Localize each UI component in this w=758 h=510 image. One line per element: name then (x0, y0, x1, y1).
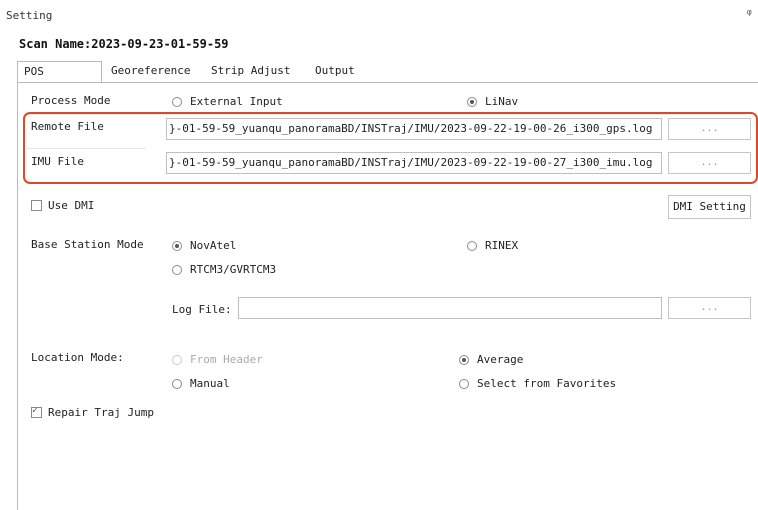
remote-file-browse-button[interactable]: ... (668, 118, 751, 140)
average-radio[interactable] (459, 355, 469, 365)
scan-name-label: Scan Name:2023-09-23-01-59-59 (19, 37, 229, 51)
row-divider (26, 148, 146, 149)
external-input-radio[interactable] (172, 97, 182, 107)
linav-radio[interactable] (467, 97, 477, 107)
linav-label[interactable]: LiNav (485, 95, 518, 108)
rtcm3-radio[interactable] (172, 265, 182, 275)
remote-file-label: Remote File (31, 120, 104, 133)
process-mode-label: Process Mode (31, 94, 111, 107)
base-station-mode-label: Base Station Mode (31, 238, 144, 251)
novatel-radio[interactable] (172, 241, 182, 251)
pin-icon[interactable]: ᵠ (746, 7, 753, 21)
remote-file-input[interactable]: }-01-59-59_yuanqu_panoramaBD/INSTraj/IMU… (166, 118, 662, 140)
window-title: Setting (6, 9, 53, 22)
use-dmi-label[interactable]: Use DMI (48, 199, 94, 212)
rtcm3-label[interactable]: RTCM3/GVRTCM3 (190, 263, 276, 276)
dmi-setting-button[interactable]: DMI Setting (668, 195, 751, 219)
novatel-label[interactable]: NovAtel (190, 239, 236, 252)
repair-traj-jump-checkbox[interactable]: ✓ (31, 405, 42, 418)
manual-radio[interactable] (172, 379, 182, 389)
select-from-favorites-label[interactable]: Select from Favorites (477, 377, 616, 390)
use-dmi-checkbox[interactable] (31, 200, 42, 211)
tab-output[interactable]: Output (309, 61, 374, 82)
select-from-favorites-radio[interactable] (459, 379, 469, 389)
pos-process-panel (17, 82, 758, 510)
log-file-label: Log File: (172, 303, 232, 316)
from-header-label[interactable]: From Header (190, 353, 263, 366)
imu-file-input[interactable]: }-01-59-59_yuanqu_panoramaBD/INSTraj/IMU… (166, 152, 662, 174)
log-file-browse-button[interactable]: ... (668, 297, 751, 319)
average-label[interactable]: Average (477, 353, 523, 366)
log-file-input[interactable] (238, 297, 662, 319)
row-divider (26, 114, 746, 115)
checkmark-icon: ✓ (32, 405, 39, 416)
rinex-radio[interactable] (467, 241, 477, 251)
location-mode-label: Location Mode: (31, 351, 124, 364)
tab-strip-adjust[interactable]: Strip Adjust (205, 61, 310, 82)
external-input-label[interactable]: External Input (190, 95, 283, 108)
imu-file-browse-button[interactable]: ... (668, 152, 751, 174)
tab-georeference[interactable]: Georeference (105, 61, 205, 82)
rinex-label[interactable]: RINEX (485, 239, 518, 252)
repair-traj-jump-label[interactable]: Repair Traj Jump (48, 406, 154, 419)
imu-file-label: IMU File (31, 155, 84, 168)
from-header-radio[interactable] (172, 355, 182, 365)
manual-label[interactable]: Manual (190, 377, 230, 390)
tab-pos-process[interactable]: POS Process (17, 61, 102, 98)
